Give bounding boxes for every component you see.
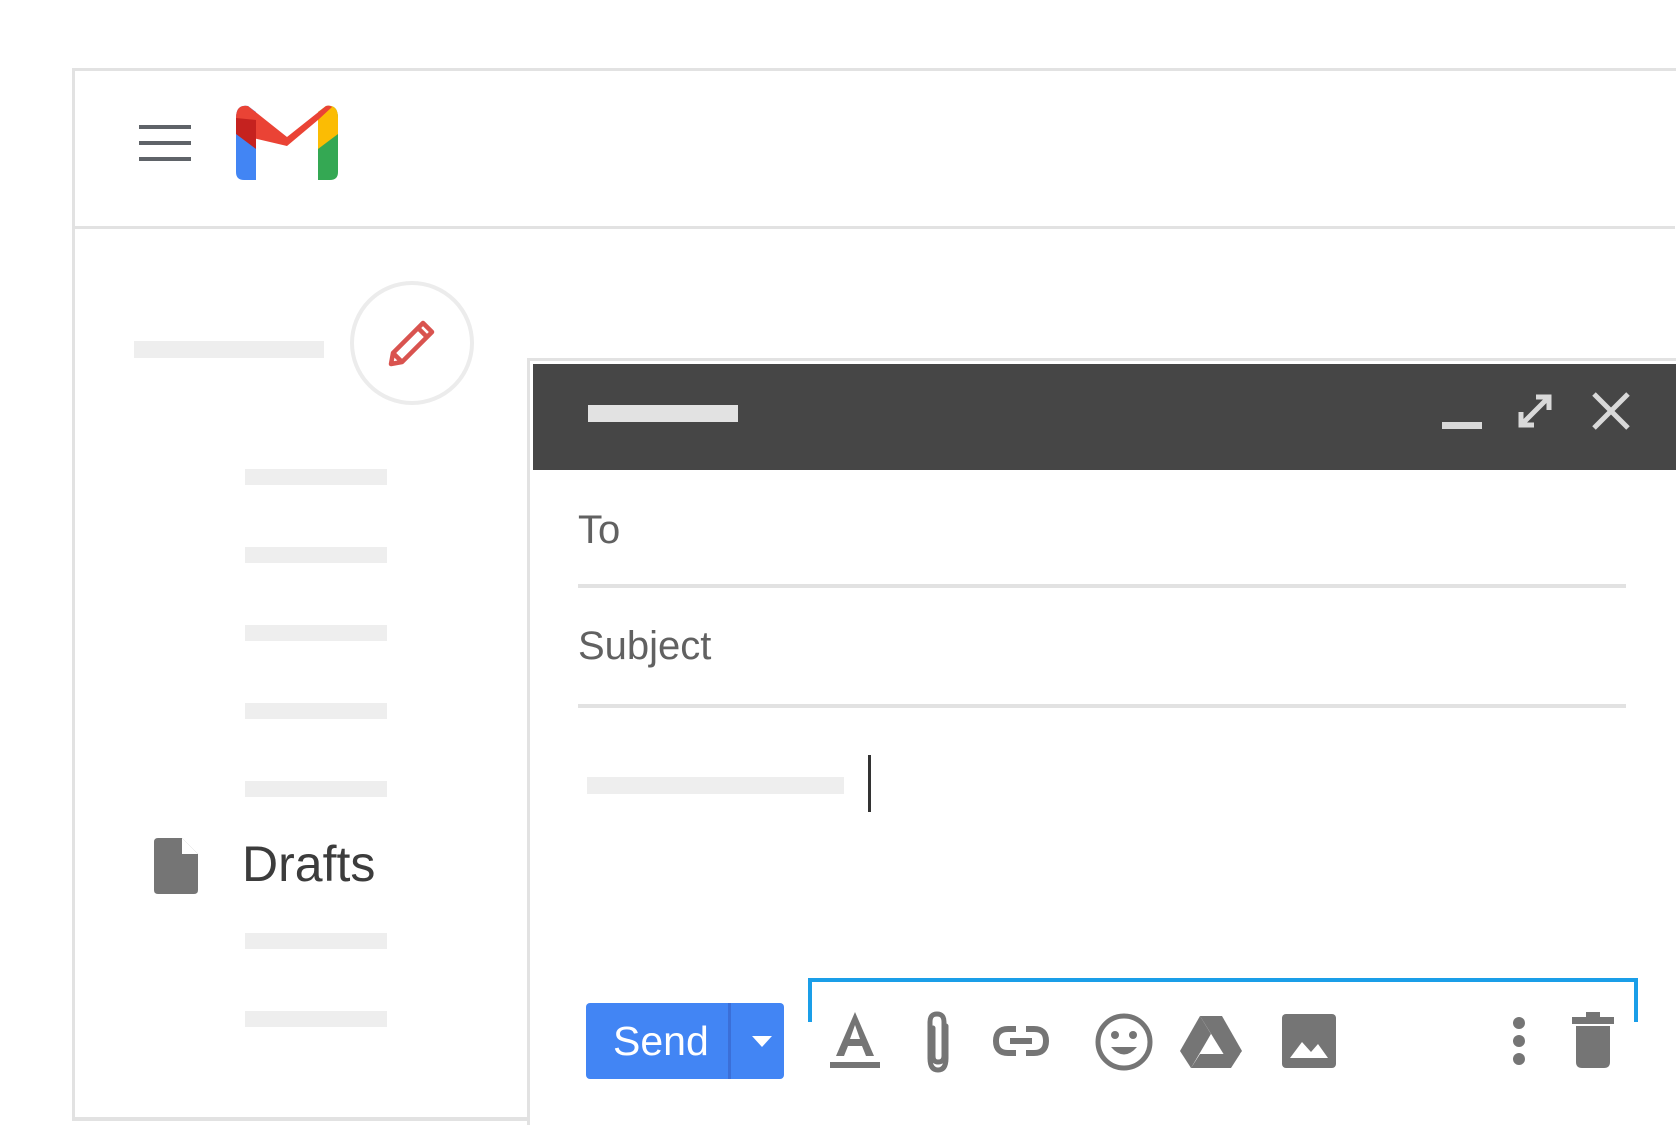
- text-cursor: [868, 755, 871, 812]
- send-label: Send: [613, 1018, 709, 1064]
- compose-button[interactable]: [350, 281, 474, 405]
- close-icon[interactable]: [1590, 390, 1632, 432]
- sidebar-placeholder-bar: [134, 341, 324, 358]
- draft-document-icon: [154, 838, 198, 894]
- insert-link-icon[interactable]: [992, 1022, 1050, 1060]
- more-options-icon[interactable]: [1512, 1016, 1526, 1066]
- to-field-label[interactable]: To: [578, 508, 620, 553]
- minimize-icon[interactable]: [1442, 420, 1482, 432]
- send-button[interactable]: Send: [586, 1003, 784, 1079]
- compose-header: [533, 364, 1676, 470]
- sidebar-item-drafts[interactable]: Drafts: [150, 830, 420, 900]
- hamburger-menu-icon[interactable]: [139, 125, 191, 161]
- sidebar-item-inbox[interactable]: [245, 469, 387, 485]
- emoji-icon[interactable]: [1094, 1012, 1154, 1072]
- sidebar-item-starred[interactable]: [245, 547, 387, 563]
- sidebar-item-snoozed[interactable]: [245, 625, 387, 641]
- header-divider: [75, 226, 1675, 229]
- pencil-icon: [388, 320, 435, 367]
- message-body-placeholder[interactable]: [587, 777, 844, 794]
- sidebar-item-more[interactable]: [245, 933, 387, 949]
- window-border: [72, 1117, 532, 1121]
- attach-file-icon[interactable]: [920, 1010, 958, 1076]
- chevron-down-icon[interactable]: [741, 1003, 784, 1079]
- insert-photo-icon[interactable]: [1282, 1014, 1336, 1068]
- sidebar-item-sent[interactable]: [245, 703, 387, 719]
- delete-icon[interactable]: [1572, 1012, 1614, 1068]
- sidebar-item-extra[interactable]: [245, 1011, 387, 1027]
- google-drive-icon[interactable]: [1180, 1014, 1242, 1068]
- expand-icon[interactable]: [1514, 390, 1556, 432]
- sidebar-item-important[interactable]: [245, 781, 387, 797]
- compose-title-placeholder: [588, 405, 738, 422]
- subject-field-label[interactable]: Subject: [578, 624, 711, 669]
- drafts-label: Drafts: [242, 836, 376, 892]
- gmail-logo[interactable]: [236, 104, 338, 180]
- subject-field-underline: [578, 704, 1626, 708]
- to-field-underline: [578, 584, 1626, 588]
- format-text-icon[interactable]: [828, 1010, 882, 1070]
- send-divider: [728, 1003, 731, 1079]
